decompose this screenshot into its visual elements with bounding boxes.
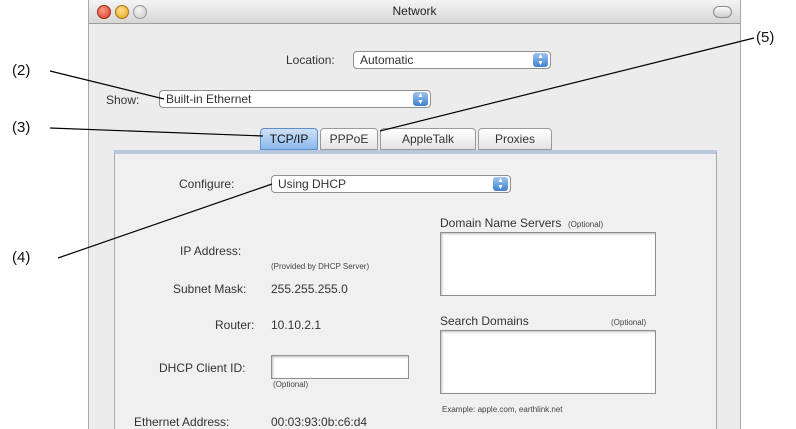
dhcp-client-id-note: (Optional) (273, 380, 309, 389)
ip-address-label: IP Address: (180, 244, 242, 258)
configure-popup[interactable]: Using DHCP ▲ ▼ (271, 175, 511, 193)
configure-value: Using DHCP (278, 177, 347, 191)
tab-tcpip[interactable]: TCP/IP (260, 128, 318, 150)
tab-appletalk[interactable]: AppleTalk (380, 128, 476, 150)
callout-3: (3) (12, 119, 31, 136)
search-domains-label: Search Domains (440, 314, 529, 328)
dns-label: Domain Name Servers (440, 216, 562, 230)
title-bar: Network (89, 0, 740, 24)
window-title: Network (392, 4, 437, 18)
toolbar-toggle-button[interactable] (713, 6, 732, 18)
callout-2: (2) (12, 62, 31, 79)
location-label: Location: (286, 53, 335, 67)
configure-label: Configure: (179, 177, 235, 191)
search-domains-note: (Optional) (611, 318, 647, 327)
subnet-mask-label: Subnet Mask: (173, 282, 247, 296)
router-value: 10.10.2.1 (271, 318, 322, 332)
callout-4: (4) (12, 249, 31, 266)
tab-proxies[interactable]: Proxies (478, 128, 552, 150)
ip-address-note: (Provided by DHCP Server) (271, 262, 370, 271)
router-label: Router: (215, 318, 255, 332)
show-value: Built-in Ethernet (166, 92, 252, 106)
dns-field[interactable] (440, 232, 656, 296)
ethernet-address-label: Ethernet Address: (134, 415, 230, 429)
dns-note: (Optional) (568, 220, 604, 229)
show-popup[interactable]: Built-in Ethernet ▲ ▼ (159, 90, 431, 108)
subnet-mask-value: 255.255.255.0 (271, 282, 348, 296)
network-window: Network Location: Automatic ▲ ▼ Show: Bui… (88, 0, 741, 429)
callout-5: (5) (756, 29, 775, 46)
popup-arrows-icon: ▲ ▼ (413, 92, 428, 106)
ethernet-address-value: 00:03:93:0b:c6:d4 (271, 415, 368, 429)
location-value: Automatic (360, 53, 414, 67)
show-label: Show: (106, 93, 140, 107)
location-popup[interactable]: Automatic ▲ ▼ (353, 51, 551, 69)
search-domains-field[interactable] (440, 330, 656, 394)
popup-arrows-icon: ▲ ▼ (533, 53, 548, 67)
dhcp-client-id-field[interactable] (271, 355, 409, 379)
dhcp-client-id-label: DHCP Client ID: (159, 361, 246, 375)
search-domains-example: Example: apple.com, earthlink.net (442, 405, 563, 414)
tab-pppoe[interactable]: PPPoE (320, 128, 378, 150)
popup-arrows-icon: ▲ ▼ (493, 177, 508, 191)
